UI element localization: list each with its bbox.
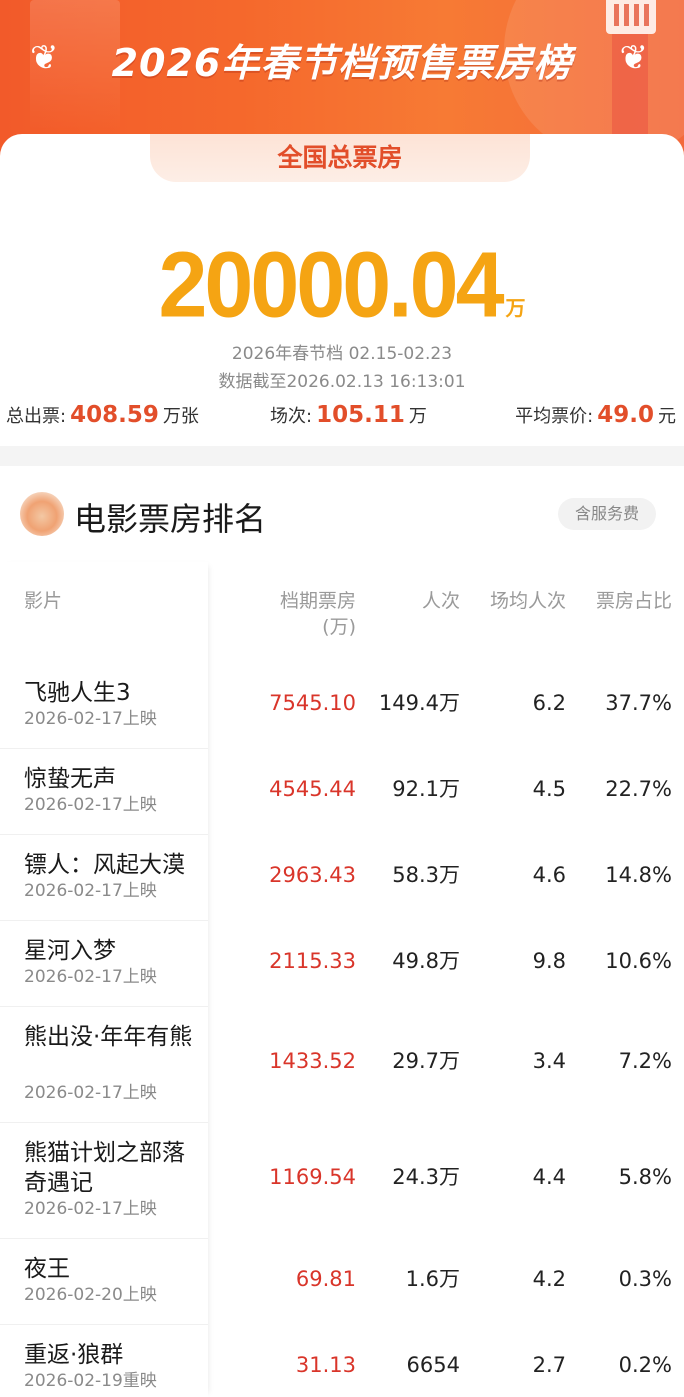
column-header-box-office-unit: (万) (322, 616, 356, 638)
film-name: 熊出没·年年有熊 (24, 1024, 193, 1050)
release-date: 2026-02-17上映 (24, 1083, 157, 1103)
service-fee-badge[interactable]: 含服务费 (558, 498, 656, 530)
banner-decoration-tower-top (606, 0, 656, 34)
page-title: 2026年春节档预售票房榜 (111, 41, 573, 85)
column-header-film: 影片 (24, 590, 63, 612)
release-date: 2026-02-17上映 (24, 1199, 157, 1219)
film-name: 熊猫计划之部落奇遇记 (24, 1140, 185, 1196)
stat-avg-price-unit: 元 (658, 406, 676, 427)
share-value: 0.2% (618, 1353, 672, 1377)
box-office-value: 2115.33 (269, 949, 356, 973)
release-date: 2026-02-17上映 (24, 967, 157, 987)
box-office-table: 影片 档期票房 (万) 人次 场均人次 票房占比 飞驰人生3 2026-02-17… (0, 562, 684, 1397)
column-header-box-office: 档期票房 (万) (250, 588, 356, 640)
box-office-value: 69.81 (295, 1267, 356, 1291)
avg-per-show-value: 9.8 (532, 949, 566, 973)
ranking-header: 电影票房排名 含服务费 (0, 466, 684, 562)
stat-avg-price-label: 平均票价: (515, 406, 594, 427)
share-value: 22.7% (605, 777, 672, 801)
avg-per-show-value: 3.4 (532, 1049, 566, 1073)
people-value: 49.8万 (392, 949, 460, 973)
people-value: 1.6万 (405, 1267, 460, 1291)
box-office-value: 31.13 (295, 1353, 356, 1377)
release-date: 2026-02-20上映 (24, 1285, 157, 1305)
share-value: 5.8% (618, 1165, 672, 1189)
column-header-box-office-label: 档期票房 (279, 590, 356, 612)
row-separator (0, 1324, 208, 1325)
stat-shows-label: 场次: (270, 406, 313, 427)
share-value: 7.2% (618, 1049, 672, 1073)
national-box-office-card: 全国总票房 20000.04 万 2026年春节档 02.15-02.23 数据截… (0, 134, 684, 446)
ranking-title: 电影票房排名 (74, 500, 267, 538)
data-timestamp: 数据截至2026.02.13 16:13:01 (218, 372, 466, 392)
column-header-people: 人次 (421, 590, 460, 612)
stat-tickets-label: 总出票: (6, 406, 67, 427)
stat-shows-unit: 万 (408, 406, 427, 427)
row-separator (0, 1122, 208, 1123)
release-date: 2026-02-17上映 (24, 795, 157, 815)
box-office-value: 4545.44 (269, 777, 356, 801)
share-value: 10.6% (605, 949, 672, 973)
summary-stats: 总出票: 408.59 万张 场次: 105.11 万 平均票价: 49.0 元 (0, 402, 684, 436)
people-value: 29.7万 (392, 1049, 460, 1073)
stat-tickets-unit: 万张 (162, 406, 199, 427)
box-office-value: 2963.43 (269, 863, 356, 887)
film-name: 星河入梦 (24, 938, 116, 964)
share-value: 37.7% (605, 691, 672, 715)
stat-tickets-value: 408.59 (70, 402, 159, 428)
box-office-value: 7545.10 (269, 691, 356, 715)
section-divider (0, 446, 684, 466)
row-separator (0, 920, 208, 921)
film-name: 夜王 (24, 1256, 70, 1282)
avg-per-show-value: 2.7 (532, 1353, 566, 1377)
stat-shows-value: 105.11 (316, 402, 405, 428)
release-date: 2026-02-17上映 (24, 881, 157, 901)
share-value: 14.8% (605, 863, 672, 887)
total-box-office-unit: 万 (505, 296, 526, 320)
release-date: 2026-02-17上映 (24, 709, 157, 729)
people-value: 58.3万 (392, 863, 460, 887)
total-box-office-value: 20000.04 (158, 232, 504, 337)
avg-per-show-value: 4.5 (532, 777, 566, 801)
row-separator (0, 748, 208, 749)
laurel-right-icon: ❦ (619, 38, 649, 78)
people-value: 149.4万 (378, 691, 460, 715)
stat-shows: 场次: 105.11 万 (270, 402, 427, 428)
release-date: 2026-02-19重映 (24, 1371, 157, 1391)
avg-per-show-value: 4.2 (532, 1267, 566, 1291)
share-value: 0.3% (618, 1267, 672, 1291)
people-value: 6654 (406, 1353, 460, 1377)
film-name: 重返·狼群 (24, 1342, 124, 1368)
row-separator (0, 1238, 208, 1239)
people-value: 24.3万 (392, 1165, 460, 1189)
box-office-value: 1433.52 (269, 1049, 356, 1073)
total-box-office: 20000.04 万 (0, 232, 684, 337)
avg-per-show-value: 6.2 (532, 691, 566, 715)
avg-per-show-value: 4.4 (532, 1165, 566, 1189)
column-header-avg-per-show: 场均人次 (489, 590, 566, 612)
stat-avg-price: 平均票价: 49.0 元 (515, 402, 676, 428)
row-separator (0, 834, 208, 835)
film-name: 镖人：风起大漠 (24, 852, 185, 878)
period-range: 2026年春节档 02.15-02.23 (231, 344, 453, 364)
box-office-value: 1169.54 (269, 1165, 356, 1189)
avg-per-show-value: 4.6 (532, 863, 566, 887)
ranking-logo-icon (20, 492, 64, 536)
summary-tab-label: 全国总票房 (150, 134, 530, 182)
period-info: 2026年春节档 02.15-02.23 数据截至2026.02.13 16:1… (0, 340, 684, 396)
film-name: 惊蛰无声 (24, 766, 116, 792)
row-separator (0, 1006, 208, 1007)
people-value: 92.1万 (392, 777, 460, 801)
stat-avg-price-value: 49.0 (597, 402, 654, 428)
stat-tickets: 总出票: 408.59 万张 (6, 402, 199, 428)
column-header-share: 票房占比 (595, 590, 672, 612)
film-name: 飞驰人生3 (24, 680, 131, 706)
